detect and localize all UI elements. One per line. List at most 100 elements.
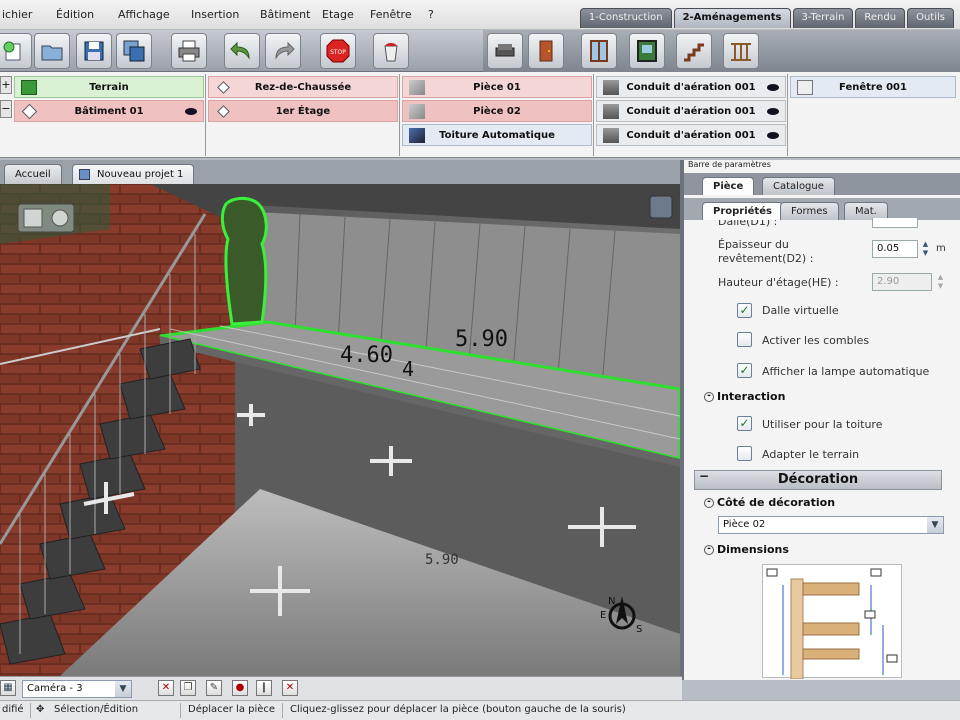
furniture-button[interactable] — [487, 33, 523, 69]
checkbox-combles[interactable] — [737, 332, 752, 347]
revetement-field[interactable]: 0.05 — [872, 240, 918, 258]
pan-icon[interactable] — [23, 208, 43, 228]
compass-n: N — [608, 596, 615, 607]
level-item-1er-etage[interactable]: 1er Étage — [208, 100, 398, 122]
menu-help[interactable]: ? — [428, 8, 434, 21]
window-button[interactable] — [581, 33, 617, 69]
collapse-button[interactable]: − — [0, 100, 12, 118]
visibility-eye-icon[interactable] — [185, 108, 197, 115]
redo-button[interactable] — [265, 33, 301, 69]
camera-nav-widget[interactable] — [17, 203, 75, 233]
door-button[interactable] — [528, 33, 564, 69]
paint-button[interactable] — [373, 33, 409, 69]
viewport-options-icon[interactable] — [649, 195, 673, 219]
open-folder-icon — [41, 45, 63, 61]
visibility-eye-icon[interactable] — [767, 84, 779, 91]
undo-icon — [230, 41, 250, 60]
menu-batiment[interactable]: Bâtiment — [260, 8, 310, 21]
pause-icon[interactable]: ❙ — [256, 680, 272, 696]
visibility-eye-icon[interactable] — [767, 108, 779, 115]
move-icon: ✥ — [36, 704, 45, 715]
save-button[interactable] — [76, 33, 112, 69]
dim-label-3: 4 — [402, 357, 414, 381]
painting-button[interactable] — [629, 33, 665, 69]
stairs-button[interactable] — [676, 33, 712, 69]
visibility-eye-icon[interactable] — [767, 132, 779, 139]
level-item-conduit-3[interactable]: Conduit d'aération 001 — [596, 124, 786, 146]
view-mode-icon[interactable]: ▦ — [0, 680, 16, 696]
print-button[interactable] — [171, 33, 207, 69]
tab-amenagements[interactable]: 2-Aménagements — [673, 8, 791, 28]
open-button[interactable] — [34, 33, 70, 69]
save-as-icon — [123, 40, 145, 62]
tab-nouveau-projet[interactable]: Nouveau projet 1 — [72, 164, 195, 184]
save-as-button[interactable] — [116, 33, 152, 69]
revetement-spinner[interactable]: ▲ ▼ — [921, 240, 930, 258]
tab-rendu[interactable]: Rendu — [855, 8, 906, 28]
status-mode: Sélection/Édition — [54, 704, 139, 715]
rotate-icon[interactable] — [51, 209, 69, 227]
edit-camera-icon[interactable]: ✎ — [206, 680, 222, 696]
level-item-batiment[interactable]: Bâtiment 01 — [14, 100, 204, 122]
level-item-piece-01[interactable]: Pièce 01 — [402, 76, 592, 98]
menu-insertion[interactable]: Insertion — [191, 8, 239, 21]
tab-terrain[interactable]: 3-Terrain — [792, 8, 854, 28]
copy-camera-icon[interactable]: ❐ — [180, 680, 196, 696]
camera-select[interactable]: Caméra - 3 ▼ — [22, 680, 132, 698]
tab-catalogue[interactable]: Catalogue — [762, 177, 835, 195]
divider — [180, 703, 181, 718]
project-tree-bar: + − Terrain Bâtiment 01 Rez-de-Chaussée … — [0, 72, 960, 158]
select-value: Pièce 02 — [723, 519, 766, 530]
menu-affichage[interactable]: Affichage — [118, 8, 170, 21]
level-item-piece-02[interactable]: Pièce 02 — [402, 100, 592, 122]
dalle-virtuelle-label: Dalle virtuelle — [762, 304, 839, 317]
lampe-label: Afficher la lampe automatique — [762, 365, 930, 378]
menu-fichier[interactable]: ichier — [2, 8, 32, 21]
menu-fenetre[interactable]: Fenêtre — [370, 8, 412, 21]
tab-accueil[interactable]: Accueil — [4, 164, 62, 184]
3d-viewport[interactable]: 5.90 4.60 4 5.90 N E S — [0, 184, 680, 676]
level-item-toiture[interactable]: Toiture Automatique — [402, 124, 592, 146]
level-item-terrain[interactable]: Terrain — [14, 76, 204, 98]
dim-label-4: 5.90 — [425, 552, 459, 568]
level-item-rdc[interactable]: Rez-de-Chaussée — [208, 76, 398, 98]
dim-label-1: 5.90 — [455, 327, 508, 352]
hauteur-spinner[interactable]: ▲ ▼ — [936, 273, 945, 291]
tab-outils[interactable]: Outils — [907, 8, 954, 28]
dimensions-section[interactable]: - Dimensions — [704, 543, 789, 556]
stop-button[interactable]: STOP — [320, 33, 356, 69]
checkbox-dalle-virtuelle[interactable]: ✓ — [737, 303, 752, 318]
wall-section-diagram — [766, 568, 898, 680]
tab-formes[interactable]: Formes — [780, 202, 839, 220]
checkbox-terrain[interactable] — [737, 446, 752, 461]
tab-piece[interactable]: Pièce — [702, 177, 755, 195]
expand-button[interactable]: + — [0, 76, 12, 94]
dalle-field[interactable] — [872, 218, 918, 228]
cote-select[interactable]: Pièce 02 ▼ — [718, 516, 944, 534]
view-controls-bar: ▦ Caméra - 3 ▼ ✕ ❐ ✎ ● ❙ ✕ — [0, 676, 682, 700]
new-project-button[interactable] — [0, 33, 32, 69]
interaction-section[interactable]: - Interaction — [704, 390, 785, 403]
level-label: Conduit d'aération 001 — [626, 81, 756, 93]
print-icon — [178, 40, 200, 62]
menu-edition[interactable]: Édition — [56, 8, 94, 21]
tab-construction[interactable]: 1-Construction — [579, 8, 672, 28]
level-item-fenetre[interactable]: Fenêtre 001 — [790, 76, 956, 98]
record-icon[interactable]: ● — [232, 680, 248, 696]
main-toolbar: STOP — [0, 30, 960, 72]
compass-s: S — [636, 624, 642, 635]
checkbox-toiture[interactable]: ✓ — [737, 416, 752, 431]
railing-button[interactable] — [723, 33, 759, 69]
level-item-conduit-1[interactable]: Conduit d'aération 001 — [596, 76, 786, 98]
undo-button[interactable] — [224, 33, 260, 69]
cote-section[interactable]: - Côté de décoration — [704, 496, 835, 509]
hauteur-field[interactable]: 2.90 — [872, 273, 932, 291]
tab-proprietes[interactable]: Propriétés — [702, 202, 783, 220]
checkbox-lampe[interactable]: ✓ — [737, 363, 752, 378]
menu-etage[interactable]: Etage — [322, 8, 354, 21]
decoration-header[interactable]: − Décoration — [694, 469, 942, 490]
delete-camera-icon[interactable]: ✕ — [158, 680, 174, 696]
close-camera-icon[interactable]: ✕ — [282, 680, 298, 696]
panel-splitter[interactable] — [680, 160, 684, 680]
level-item-conduit-2[interactable]: Conduit d'aération 001 — [596, 100, 786, 122]
